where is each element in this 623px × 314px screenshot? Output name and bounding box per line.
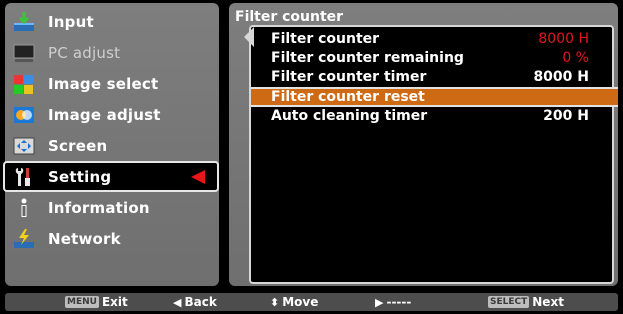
menu-item-pc-adjust[interactable]: PC adjust: [5, 38, 219, 68]
setting-icon: [13, 166, 35, 188]
submenu-panel: Filter counter Filter counter 8000 H Fil…: [229, 3, 618, 286]
menu-item-label: Setting: [48, 168, 112, 186]
row-value: 8000 H: [538, 31, 589, 47]
selection-arrow-icon: [191, 170, 205, 184]
menu-item-label: PC adjust: [48, 44, 121, 62]
screen-icon: [13, 135, 35, 157]
menu-item-label: Network: [48, 230, 121, 248]
help-right-label: -----: [386, 295, 412, 309]
submenu-title: Filter counter: [235, 9, 344, 25]
menu-item-label: Image adjust: [48, 106, 161, 124]
menu-key-icon: MENU: [65, 296, 99, 308]
input-icon: [13, 11, 35, 33]
submenu-row-filter-counter[interactable]: Filter counter 8000 H: [251, 30, 611, 49]
help-exit-label: Exit: [101, 295, 128, 309]
help-exit: MENU Exit: [65, 295, 128, 309]
menu-item-label: Image select: [48, 75, 159, 93]
help-right: ▶ -----: [375, 295, 411, 309]
menu-item-label: Information: [48, 199, 150, 217]
pc-adjust-icon: [13, 42, 35, 64]
menu-item-information[interactable]: Information: [5, 193, 219, 223]
menu-item-network[interactable]: Network: [5, 224, 219, 254]
network-icon: [13, 228, 35, 250]
menu-item-label: Input: [48, 13, 94, 31]
information-icon: [13, 197, 35, 219]
row-label: Filter counter reset: [271, 89, 425, 105]
help-next-label: Next: [532, 295, 564, 309]
row-label: Auto cleaning timer: [271, 108, 428, 124]
menu-item-setting[interactable]: Setting: [3, 161, 219, 192]
menu-item-input[interactable]: Input: [5, 7, 219, 37]
submenu-row-auto-cleaning-timer[interactable]: Auto cleaning timer 200 H: [251, 107, 611, 126]
row-value: 8000 H: [533, 69, 589, 85]
main-menu-panel: Input PC adjust Image select Image adjus…: [3, 3, 219, 286]
submenu-row-filter-counter-reset[interactable]: Filter counter reset: [251, 87, 618, 107]
help-move-label: Move: [282, 295, 319, 309]
right-arrow-icon: ▶: [375, 295, 384, 309]
select-key-icon: SELECT: [488, 296, 530, 308]
help-bar: MENU Exit ◀ Back ⬍ Move ▶ ----- SELECT N…: [5, 293, 618, 311]
row-value: 200 H: [543, 108, 589, 124]
help-move: ⬍ Move: [270, 295, 318, 309]
menu-item-label: Screen: [48, 137, 108, 155]
row-label: Filter counter remaining: [271, 50, 464, 66]
up-down-arrow-icon: ⬍: [270, 295, 280, 309]
image-select-icon: [13, 73, 35, 95]
help-next: SELECT Next: [488, 295, 564, 309]
row-value: 0 %: [562, 50, 589, 66]
help-back-label: Back: [184, 295, 217, 309]
image-adjust-icon: [13, 104, 35, 126]
menu-item-image-adjust[interactable]: Image adjust: [5, 100, 219, 130]
row-label: Filter counter: [271, 31, 380, 47]
osd-screen: Input PC adjust Image select Image adjus…: [0, 0, 623, 314]
row-label: Filter counter timer: [271, 69, 427, 85]
menu-item-image-select[interactable]: Image select: [5, 69, 219, 99]
left-arrow-icon: ◀: [173, 295, 182, 309]
menu-item-screen[interactable]: Screen: [5, 131, 219, 161]
help-back: ◀ Back: [173, 295, 217, 309]
submenu-row-filter-counter-remaining[interactable]: Filter counter remaining 0 %: [251, 49, 611, 68]
submenu-row-filter-counter-timer[interactable]: Filter counter timer 8000 H: [251, 68, 611, 87]
